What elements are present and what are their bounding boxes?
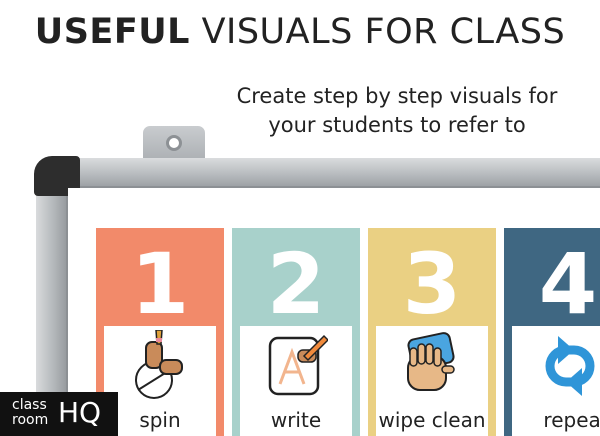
step-number: 4 xyxy=(538,235,598,333)
hand-cloth-icon xyxy=(407,332,455,391)
step-label: spin xyxy=(139,408,181,432)
headline-rest: VISUALS FOR CLASS xyxy=(189,12,566,52)
repeat-arrows-icon xyxy=(545,336,595,396)
step-label: repeat xyxy=(543,408,600,432)
logo-mark: HQ xyxy=(58,396,102,429)
step-visual-panel: repeat xyxy=(512,326,600,436)
page-headline: USEFUL VISUALS FOR CLASS xyxy=(0,12,600,52)
hanger-hole xyxy=(166,135,182,151)
subtitle-line-1: Create step by step visuals for xyxy=(236,84,558,108)
step-number: 2 xyxy=(266,235,326,333)
step-card-4: 4 repeat xyxy=(504,228,600,436)
spin-finger-icon xyxy=(135,330,183,399)
step-visual-panel: spin xyxy=(104,326,216,436)
step-number: 1 xyxy=(130,235,190,333)
step-card-3: 3 wipe clean xyxy=(368,228,496,436)
subtitle-line-2: your students to refer to xyxy=(268,113,526,137)
step-card-2: 2 write xyxy=(232,228,360,436)
whiteboard-frame-top xyxy=(60,158,600,188)
step-number: 3 xyxy=(402,235,462,333)
step-visual-panel: write xyxy=(240,326,352,436)
step-visual-panel: wipe clean xyxy=(376,326,488,436)
step-label: wipe clean xyxy=(378,408,486,432)
subtitle: Create step by step visuals for your stu… xyxy=(222,82,572,140)
headline-bold: USEFUL xyxy=(34,12,190,52)
step-label: write xyxy=(270,408,322,432)
pencil-write-icon xyxy=(268,334,328,396)
classroomhq-logo: class room HQ xyxy=(0,392,118,436)
